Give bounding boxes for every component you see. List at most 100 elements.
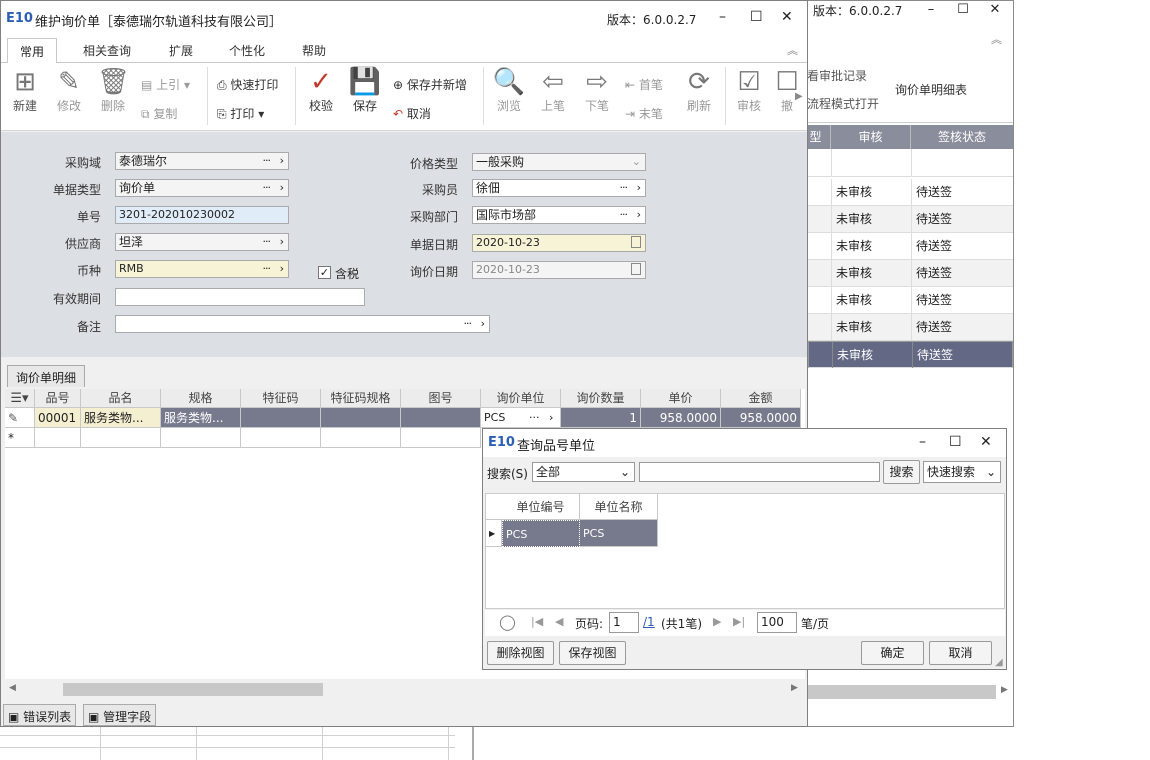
bg-collapse-icon[interactable]: ︽	[991, 31, 1002, 47]
menu-common[interactable]: 常用	[7, 38, 58, 64]
bg-row[interactable]: 未审核 待送签	[808, 314, 1013, 341]
first-page-icon[interactable]: |◀	[531, 615, 543, 628]
page-size-input[interactable]: 100	[757, 612, 797, 633]
calendar-icon[interactable]	[631, 263, 641, 275]
calendar-icon[interactable]	[631, 236, 641, 248]
cancel-button[interactable]: 取消	[929, 641, 992, 665]
col-amount[interactable]: 金额	[721, 389, 801, 408]
search-button[interactable]: 搜索	[883, 460, 920, 484]
more-icon[interactable]: ···	[263, 234, 271, 250]
cell-unit[interactable]: PCS ··· ›	[481, 408, 561, 428]
chevron-right-icon[interactable]: ›	[481, 316, 485, 332]
ribbon-collapse-icon[interactable]: ︽	[787, 42, 798, 58]
scroll-right-icon[interactable]: ▶	[791, 683, 798, 693]
chevron-right-icon[interactable]: ›	[280, 153, 284, 169]
currency-field[interactable]: RMB ··· ›	[115, 260, 289, 278]
tab-inquiry-detail[interactable]: 询价单明细	[7, 365, 86, 387]
inquiry-date-field[interactable]: 2020-10-23	[472, 261, 646, 279]
copy-button[interactable]: ⧉ 复制	[141, 105, 177, 122]
menu-personalize[interactable]: 个性化	[229, 42, 265, 59]
grid-options-icon[interactable]: ☰▾	[5, 389, 35, 408]
col-price[interactable]: 单价	[641, 389, 721, 408]
doc-no-field[interactable]: 3201-202010230002	[115, 206, 289, 224]
doc-date-field[interactable]: 2020-10-23	[472, 234, 646, 252]
browse-button[interactable]: 🔍 浏览	[491, 67, 527, 114]
valid-period-field[interactable]	[115, 288, 365, 306]
dialog-minimize-icon[interactable]: –	[919, 434, 926, 450]
more-icon[interactable]: ···	[263, 180, 271, 196]
cancel-edit-button[interactable]: ↶ 取消	[393, 105, 431, 122]
prev-ref-button[interactable]: ▤ 上引 ▾	[141, 76, 190, 93]
ok-button[interactable]: 确定	[861, 641, 924, 665]
menu-help[interactable]: 帮助	[302, 42, 326, 59]
resize-grip-icon[interactable]: ◢	[995, 657, 1003, 668]
cell-drawing[interactable]	[401, 408, 481, 428]
bg-row[interactable]: 未审核 待送签	[808, 179, 1013, 206]
doc-type-field[interactable]: 询价单 ··· ›	[115, 179, 289, 197]
last-record-button[interactable]: ⇥ 末笔	[625, 105, 663, 122]
delete-view-button[interactable]: 删除视图	[487, 641, 554, 665]
audit-button[interactable]: ☑ 审核	[731, 67, 767, 114]
more-icon[interactable]: ···	[529, 408, 540, 427]
col-qty[interactable]: 询价数量	[561, 389, 641, 408]
cell-spec[interactable]: 服务类物...	[161, 408, 241, 428]
purchase-domain-field[interactable]: 泰德瑞尔 ··· ›	[115, 152, 289, 170]
close-icon[interactable]: ✕	[781, 9, 793, 25]
more-icon[interactable]: ···	[620, 207, 628, 223]
print-button[interactable]: ⎘ 打印 ▾	[217, 105, 264, 122]
tab-manage-fields[interactable]: ▣ 管理字段	[83, 704, 157, 726]
col-unit-code[interactable]: 单位编号	[502, 494, 580, 520]
last-page-icon[interactable]: ▶|	[733, 615, 745, 628]
dept-field[interactable]: 国际市场部 ··· ›	[472, 206, 646, 224]
bg-row-selected[interactable]: 未审核 待送签	[808, 341, 1013, 368]
search-scope-select[interactable]: 全部 ⌄	[532, 462, 635, 482]
prev-page-icon[interactable]: ◀	[555, 615, 563, 628]
tax-checkbox[interactable]: ✓	[318, 266, 331, 279]
next-page-icon[interactable]: ▶	[713, 615, 721, 628]
more-icon[interactable]: ···	[263, 261, 271, 277]
more-icon[interactable]: ···	[263, 153, 271, 169]
chevron-right-icon[interactable]: ›	[549, 408, 553, 427]
dialog-close-icon[interactable]: ✕	[980, 434, 992, 450]
cell-item-no[interactable]: 00001	[35, 408, 81, 428]
cell-amount[interactable]: 958.0000	[721, 408, 801, 428]
quick-print-button[interactable]: ⎙ 快速打印	[217, 76, 278, 93]
quick-search-select[interactable]: 快速搜索 ⌄	[923, 461, 1001, 483]
grid-hscrollbar[interactable]: ◀ ▶	[5, 681, 805, 698]
check-button[interactable]: ✓ 校验	[303, 67, 339, 114]
new-button[interactable]: ⊞ 新建	[9, 67, 41, 114]
col-feature-spec[interactable]: 特征码规格	[321, 389, 401, 408]
chevron-right-icon[interactable]: ›	[637, 180, 641, 196]
dialog-maximize-icon[interactable]: ☐	[949, 434, 962, 450]
save-view-button[interactable]: 保存视图	[559, 641, 626, 665]
cell-feature-spec[interactable]	[321, 408, 401, 428]
cell-unit-name[interactable]: PCS	[580, 520, 658, 547]
menu-extend[interactable]: 扩展	[169, 42, 193, 59]
col-item-name[interactable]: 品名	[81, 389, 161, 408]
cell-feature[interactable]	[241, 408, 321, 428]
page-number-input[interactable]: 1	[609, 612, 639, 633]
bg-row[interactable]: 未审核 待送签	[808, 287, 1013, 314]
bg-row[interactable]: 未审核 待送签	[808, 233, 1013, 260]
maximize-icon[interactable]: ☐	[750, 9, 763, 25]
bg-maximize-icon[interactable]: ☐	[953, 1, 973, 19]
more-icon[interactable]: ···	[464, 316, 472, 332]
col-spec[interactable]: 规格	[161, 389, 241, 408]
save-and-new-button[interactable]: ⊕ 保存并新增	[393, 76, 467, 93]
col-feature[interactable]: 特征码	[241, 389, 321, 408]
next-record-button[interactable]: ⇨ 下笔	[579, 67, 615, 114]
first-record-button[interactable]: ⇤ 首笔	[625, 76, 663, 93]
more-icon[interactable]: ···	[620, 180, 628, 196]
search-input[interactable]	[639, 462, 880, 482]
save-button[interactable]: 💾 保存	[347, 67, 383, 114]
menu-related-query[interactable]: 相关查询	[83, 42, 131, 59]
col-unit[interactable]: 询价单位	[481, 389, 561, 408]
edit-button[interactable]: ✎ 修改	[53, 67, 85, 114]
col-item-no[interactable]: 品号	[35, 389, 81, 408]
supplier-field[interactable]: 坦泽 ··· ›	[115, 233, 289, 251]
col-drawing[interactable]: 图号	[401, 389, 481, 408]
bg-ribbon-detail-report[interactable]: 询价单明细表	[895, 81, 967, 98]
bg-row[interactable]: 未审核 待送签	[808, 260, 1013, 287]
total-pages-link[interactable]: /1	[643, 615, 655, 629]
hscroll-thumb[interactable]	[63, 683, 323, 696]
